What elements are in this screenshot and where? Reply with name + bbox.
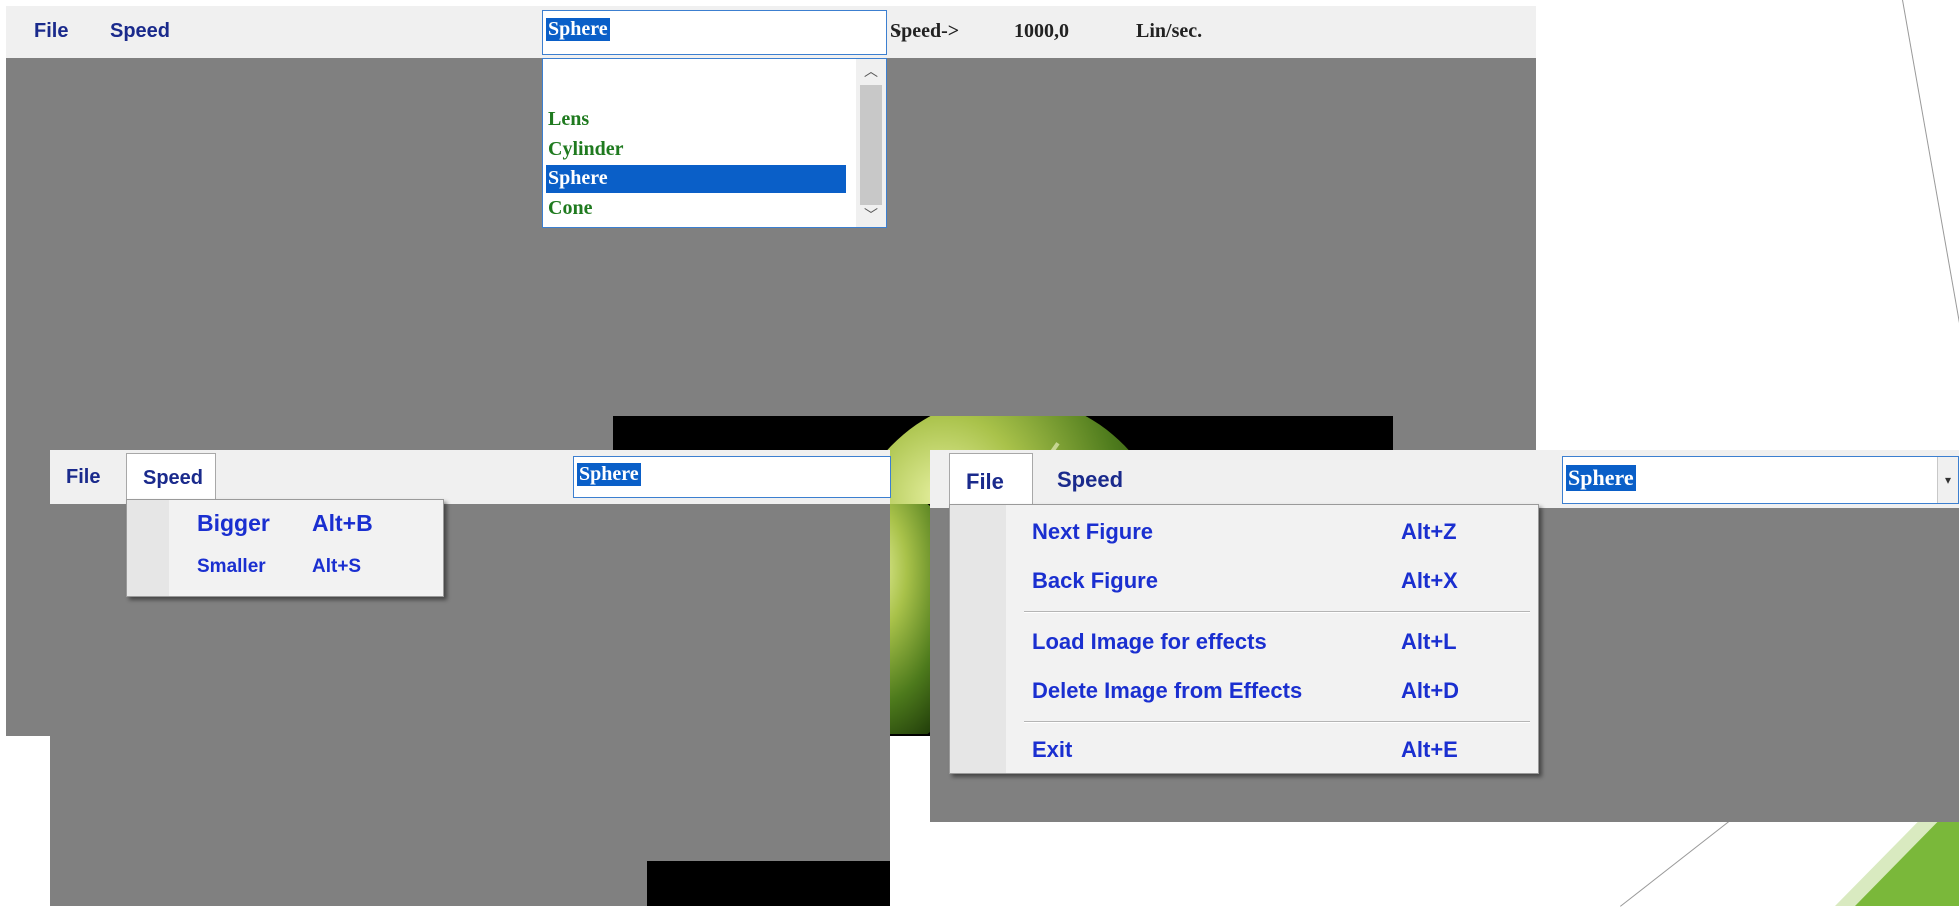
right-figure-combo[interactable]: Sphere ▾ xyxy=(1562,456,1959,504)
left-image-area xyxy=(647,861,890,906)
option-cylinder-label: Cylinder xyxy=(548,138,624,160)
decor-line-top-right xyxy=(1902,0,1959,325)
right-menu-speed[interactable]: Speed xyxy=(1057,467,1123,493)
delete-image-shortcut: Alt+D xyxy=(1401,678,1460,703)
scroll-down-icon[interactable]: ﹀ xyxy=(856,205,886,225)
bigger-label: Bigger xyxy=(197,510,270,536)
scrollbar-thumb[interactable] xyxy=(860,85,882,205)
load-image-shortcut: Alt+L xyxy=(1401,629,1457,654)
back-figure-shortcut: Alt+X xyxy=(1401,568,1458,593)
right-menu-file: File xyxy=(966,469,1004,494)
dropdown-option-lens[interactable]: Lens xyxy=(546,106,846,134)
dropdown-arrow-icon[interactable]: ▾ xyxy=(1937,457,1958,503)
right-app-window: File Speed Sphere ▾ Next Figure Alt+Z Ba… xyxy=(930,450,1959,822)
speed-value: 1000,0 xyxy=(1014,20,1069,42)
file-menu[interactable]: Next Figure Alt+Z Back Figure Alt+X Load… xyxy=(949,504,1539,774)
top-combo-value: Sphere xyxy=(546,18,610,41)
delete-image-label: Delete Image from Effects xyxy=(1032,678,1303,703)
scroll-up-icon[interactable]: ︿ xyxy=(856,61,886,81)
top-figure-combo[interactable]: Sphere ▾ xyxy=(542,10,908,55)
next-figure-label: Next Figure xyxy=(1032,519,1154,544)
menu-separator xyxy=(1024,721,1530,723)
left-combo-value: Sphere xyxy=(577,463,641,486)
bigger-shortcut: Alt+B xyxy=(312,510,373,536)
left-window-bottom-leaf xyxy=(875,862,890,906)
left-menu-speed: Speed xyxy=(143,467,204,489)
option-cone-label: Cone xyxy=(548,197,593,219)
back-figure-label: Back Figure xyxy=(1032,568,1158,593)
menu-item-load-image[interactable]: Load Image for effects Alt+L xyxy=(950,615,1538,665)
left-figure-combo[interactable]: Sphere xyxy=(573,456,891,498)
left-app-window: File Speed Sphere Bigger Alt+B Smaller A… xyxy=(50,450,891,906)
figure-dropdown-list[interactable]: Lens Cylinder Sphere Cone ︿ ﹀ xyxy=(542,58,887,228)
dropdown-option-cone[interactable]: Cone xyxy=(546,195,846,223)
left-menu-file[interactable]: File xyxy=(66,466,100,489)
menu-separator xyxy=(1024,611,1530,613)
top-menu-file[interactable]: File xyxy=(34,20,68,43)
right-menu-file-tab[interactable]: File xyxy=(949,453,1033,509)
option-sphere-label: Sphere xyxy=(548,167,608,189)
exit-label: Exit xyxy=(1032,737,1073,762)
menu-item-next-figure[interactable]: Next Figure Alt+Z xyxy=(950,505,1538,555)
speed-label: Speed-> xyxy=(890,20,960,42)
speed-unit: Lin/sec. xyxy=(1136,20,1203,42)
menu-item-delete-image[interactable]: Delete Image from Effects Alt+D xyxy=(950,665,1538,715)
sphere-leaf-render xyxy=(890,504,930,734)
speed-menu[interactable]: Bigger Alt+B Smaller Alt+S xyxy=(126,499,444,597)
menu-item-exit[interactable]: Exit Alt+E xyxy=(950,725,1538,771)
menu-item-back-figure[interactable]: Back Figure Alt+X xyxy=(950,555,1538,605)
dropdown-scrollbar[interactable]: ︿ ﹀ xyxy=(856,59,886,227)
smaller-shortcut: Alt+S xyxy=(312,556,362,577)
dropdown-option-cylinder[interactable]: Cylinder xyxy=(546,136,846,164)
next-figure-shortcut: Alt+Z xyxy=(1401,519,1457,544)
top-menubar: File Speed Sphere ▾ Speed-> 1000,0 Lin/s… xyxy=(6,6,1536,58)
dropdown-option-sphere[interactable]: Sphere xyxy=(546,165,846,193)
top-menu-speed[interactable]: Speed xyxy=(110,20,170,43)
left-menubar: File Speed Sphere xyxy=(50,450,891,506)
right-menubar: File Speed Sphere ▾ xyxy=(930,450,1959,509)
load-image-label: Load Image for effects xyxy=(1032,629,1267,654)
effect-image-middle xyxy=(890,504,930,734)
right-combo-value: Sphere xyxy=(1566,465,1636,491)
menu-item-bigger[interactable]: Bigger Alt+B xyxy=(127,500,443,546)
smaller-label: Smaller xyxy=(197,556,266,577)
exit-shortcut: Alt+E xyxy=(1401,737,1458,762)
menu-item-smaller[interactable]: Smaller Alt+S xyxy=(127,546,443,592)
option-lens-label: Lens xyxy=(548,108,590,130)
